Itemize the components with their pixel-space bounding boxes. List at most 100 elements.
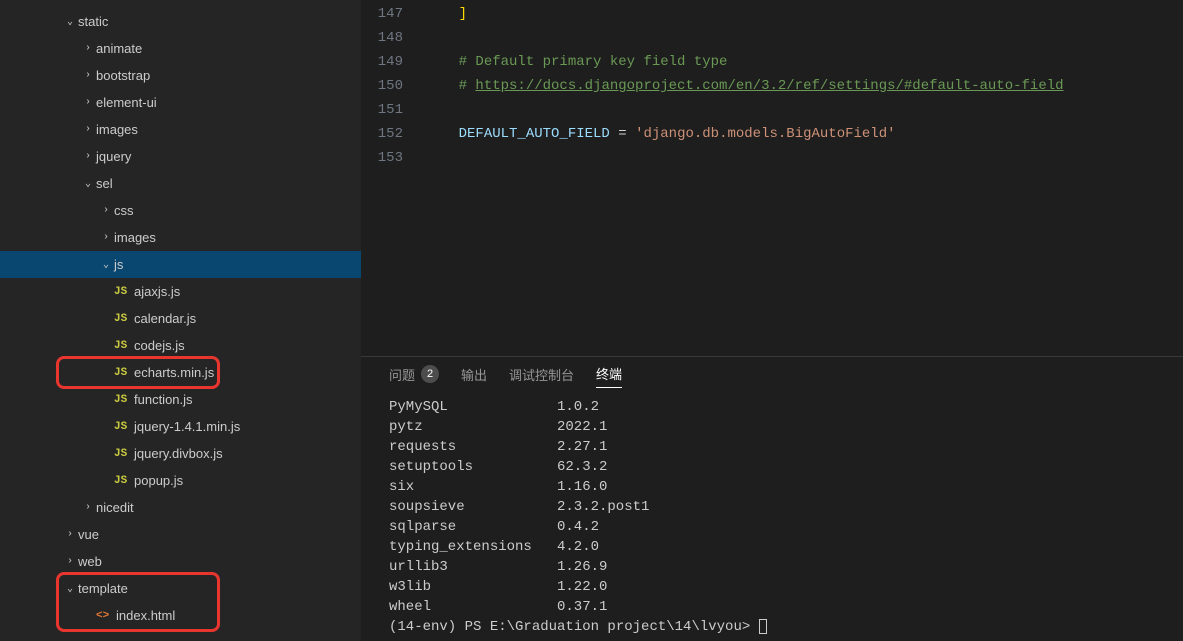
tree-item-label: js: [114, 257, 123, 272]
tree-item-bootstrap[interactable]: ›bootstrap: [0, 62, 361, 89]
tree-item-label: animate: [96, 41, 142, 56]
terminal-prompt[interactable]: (14-env) PS E:\Graduation project\14\lvy…: [389, 617, 1183, 637]
chevron-down-icon: ⌄: [62, 16, 78, 28]
js-icon: JS: [114, 394, 132, 406]
chevron-down-icon: ⌄: [62, 583, 78, 595]
code-content[interactable]: ] # Default primary key field type # htt…: [425, 2, 1183, 356]
tree-item-label: element-ui: [96, 95, 157, 110]
js-icon: JS: [114, 340, 132, 352]
chevron-right-icon: ›: [62, 556, 78, 567]
tree-item-label: web: [78, 554, 102, 569]
tree-item-label: index.html: [116, 608, 175, 623]
tree-item-label: images: [114, 230, 156, 245]
tree-item-label: nicedit: [96, 500, 134, 515]
js-icon: JS: [114, 286, 132, 298]
chevron-right-icon: ›: [80, 70, 96, 81]
cursor-icon: [759, 619, 767, 634]
file-explorer[interactable]: ⌄static›animate›bootstrap›element-ui›ima…: [0, 0, 361, 641]
tree-item-label: css: [114, 203, 134, 218]
tree-item-label: static: [78, 14, 108, 29]
tree-item-nicedit[interactable]: ›nicedit: [0, 494, 361, 521]
tree-item-vue[interactable]: ›vue: [0, 521, 361, 548]
tree-item-label: vue: [78, 527, 99, 542]
tree-item-function-js[interactable]: JSfunction.js: [0, 386, 361, 413]
panel-tab-3[interactable]: 终端: [596, 360, 622, 388]
panel-tab-0[interactable]: 问题2: [389, 361, 439, 388]
tree-item-popup-js[interactable]: JSpopup.js: [0, 467, 361, 494]
js-icon: JS: [114, 475, 132, 487]
package-row: setuptools62.3.2: [389, 457, 1183, 477]
tree-item-static[interactable]: ⌄static: [0, 8, 361, 35]
tree-item-jquery-1-4-1-min-js[interactable]: JSjquery-1.4.1.min.js: [0, 413, 361, 440]
panel-tab-2[interactable]: 调试控制台: [509, 361, 574, 388]
tree-item-animate[interactable]: ›animate: [0, 35, 361, 62]
tree-item-template[interactable]: ⌄template: [0, 575, 361, 602]
line-number: 147: [361, 2, 403, 26]
chevron-down-icon: ⌄: [80, 178, 96, 190]
package-row: urllib31.26.9: [389, 557, 1183, 577]
code-line[interactable]: [425, 146, 1183, 170]
package-row: typing_extensions4.2.0: [389, 537, 1183, 557]
tree-item-ajaxjs-js[interactable]: JSajaxjs.js: [0, 278, 361, 305]
main-area: 147148149150151152153 ] # Default primar…: [361, 0, 1183, 641]
tree-item-label: ajaxjs.js: [134, 284, 180, 299]
tree-item-css[interactable]: ›css: [0, 197, 361, 224]
chevron-right-icon: ›: [80, 97, 96, 108]
tree-item-element-ui[interactable]: ›element-ui: [0, 89, 361, 116]
tree-item-web[interactable]: ›web: [0, 548, 361, 575]
package-row: w3lib1.22.0: [389, 577, 1183, 597]
chevron-right-icon: ›: [80, 43, 96, 54]
line-number: 151: [361, 98, 403, 122]
chevron-right-icon: ›: [98, 205, 114, 216]
panel-tab-label: 调试控制台: [509, 365, 574, 384]
line-number: 149: [361, 50, 403, 74]
tree-item-jquery-divbox-js[interactable]: JSjquery.divbox.js: [0, 440, 361, 467]
terminal-output[interactable]: PyMySQL1.0.2pytz2022.1requests2.27.1setu…: [361, 391, 1183, 641]
tree-item-js[interactable]: ⌄js: [0, 251, 361, 278]
html-icon: <>: [96, 610, 114, 622]
line-number: 148: [361, 26, 403, 50]
package-row: PyMySQL1.0.2: [389, 397, 1183, 417]
code-line[interactable]: DEFAULT_AUTO_FIELD = 'django.db.models.B…: [425, 122, 1183, 146]
tree-item-images[interactable]: ›images: [0, 116, 361, 143]
js-icon: JS: [114, 313, 132, 325]
package-row: requests2.27.1: [389, 437, 1183, 457]
bottom-panel: 问题2 输出 调试控制台 终端 PyMySQL1.0.2pytz2022.1reque…: [361, 356, 1183, 641]
tree-item-calendar-js[interactable]: JScalendar.js: [0, 305, 361, 332]
tree-item-echarts-min-js[interactable]: JSecharts.min.js: [0, 359, 361, 386]
panel-tab-1[interactable]: 输出: [461, 361, 487, 388]
code-line[interactable]: # Default primary key field type: [425, 50, 1183, 74]
js-icon: JS: [114, 421, 132, 433]
code-line[interactable]: [425, 26, 1183, 50]
package-row: pytz2022.1: [389, 417, 1183, 437]
line-number: 153: [361, 146, 403, 170]
badge: 2: [421, 365, 439, 383]
tree-item-images[interactable]: ›images: [0, 224, 361, 251]
tree-item-label: codejs.js: [134, 338, 185, 353]
js-icon: JS: [114, 367, 132, 379]
package-row: soupsieve2.3.2.post1: [389, 497, 1183, 517]
tree-item-label: popup.js: [134, 473, 183, 488]
code-editor[interactable]: 147148149150151152153 ] # Default primar…: [361, 0, 1183, 356]
package-row: six1.16.0: [389, 477, 1183, 497]
chevron-right-icon: ›: [80, 151, 96, 162]
line-number: 152: [361, 122, 403, 146]
line-number: 150: [361, 74, 403, 98]
tree-item-sel[interactable]: ⌄sel: [0, 170, 361, 197]
tree-item-label: calendar.js: [134, 311, 196, 326]
package-row: sqlparse0.4.2: [389, 517, 1183, 537]
code-line[interactable]: [425, 98, 1183, 122]
tree-item-codejs-js[interactable]: JScodejs.js: [0, 332, 361, 359]
chevron-right-icon: ›: [98, 232, 114, 243]
code-line[interactable]: ]: [425, 2, 1183, 26]
tree-item-label: function.js: [134, 392, 193, 407]
chevron-right-icon: ›: [80, 124, 96, 135]
tree-item-label: jquery.divbox.js: [134, 446, 223, 461]
code-line[interactable]: # https://docs.djangoproject.com/en/3.2/…: [425, 74, 1183, 98]
tree-item-label: echarts.min.js: [134, 365, 214, 380]
tree-item-index-html[interactable]: <>index.html: [0, 602, 361, 629]
tree-item-label: sel: [96, 176, 113, 191]
chevron-right-icon: ›: [62, 529, 78, 540]
tree-item-label: jquery-1.4.1.min.js: [134, 419, 240, 434]
tree-item-jquery[interactable]: ›jquery: [0, 143, 361, 170]
